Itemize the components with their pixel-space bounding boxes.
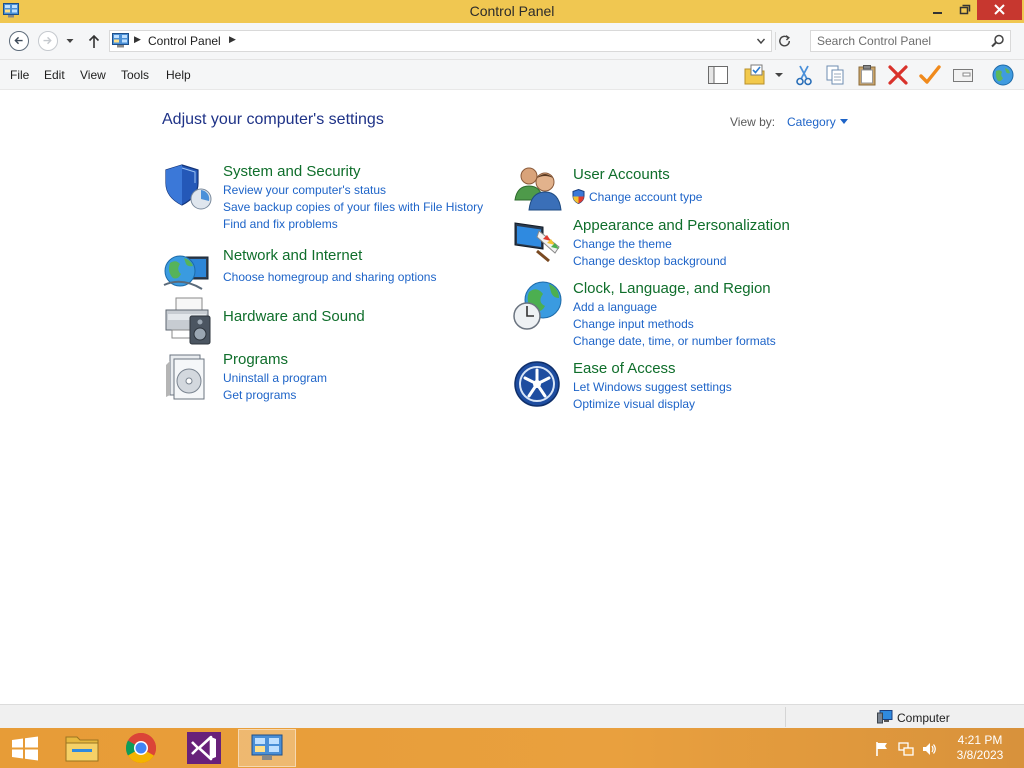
chrome-icon[interactable] xyxy=(112,729,170,767)
link-change-desktop-background[interactable]: Change desktop background xyxy=(573,254,726,268)
minimize-button[interactable] xyxy=(924,0,951,20)
window-title: Control Panel xyxy=(469,3,555,19)
address-dropdown-chevron-icon[interactable] xyxy=(756,34,766,48)
link-get-programs[interactable]: Get programs xyxy=(223,388,296,402)
link-uninstall-program[interactable]: Uninstall a program xyxy=(223,371,327,385)
search-box[interactable] xyxy=(810,30,1011,52)
paste-icon[interactable] xyxy=(855,63,879,87)
forward-button[interactable] xyxy=(38,31,58,51)
globe-icon[interactable] xyxy=(991,63,1015,87)
restore-button[interactable] xyxy=(950,0,977,20)
menu-file[interactable]: File xyxy=(10,68,29,82)
uac-shield-icon xyxy=(572,189,585,204)
visual-studio-icon[interactable] xyxy=(175,729,233,767)
menu-view[interactable]: View xyxy=(80,68,106,82)
action-center-flag-icon[interactable] xyxy=(874,741,890,757)
category-title-ease-of-access[interactable]: Ease of Access xyxy=(573,360,676,377)
category-title-hardware-and-sound[interactable]: Hardware and Sound xyxy=(223,308,365,325)
category-title-network-and-internet[interactable]: Network and Internet xyxy=(223,247,362,264)
breadcrumb-separator-icon[interactable]: ▶ xyxy=(134,34,141,45)
address-toolbar: ▶ Control Panel ▶ xyxy=(0,23,1024,60)
checkmark-icon[interactable] xyxy=(918,63,942,87)
start-button[interactable] xyxy=(0,729,50,767)
properties-icon[interactable] xyxy=(951,63,975,87)
status-location: Computer xyxy=(897,711,950,725)
link-homegroup-sharing[interactable]: Choose homegroup and sharing options xyxy=(223,270,436,284)
copy-icon[interactable] xyxy=(823,63,847,87)
link-change-theme[interactable]: Change the theme xyxy=(573,237,672,251)
search-icon[interactable] xyxy=(991,34,1005,48)
link-change-date-time-formats[interactable]: Change date, time, or number formats xyxy=(573,334,776,348)
breadcrumb-control-panel[interactable]: Control Panel xyxy=(148,34,221,48)
control-panel-content: Adjust your computer's settings View by:… xyxy=(0,91,1024,704)
cut-icon[interactable] xyxy=(792,63,816,87)
breadcrumb-separator-icon[interactable]: ▶ xyxy=(229,34,236,45)
control-panel-icon xyxy=(251,734,283,760)
category-title-system-and-security[interactable]: System and Security xyxy=(223,163,361,180)
menu-bar: File Edit View Tools Help xyxy=(0,60,1024,90)
back-button[interactable] xyxy=(9,31,29,51)
control-panel-taskbar-button[interactable] xyxy=(238,729,296,767)
layout-icon[interactable] xyxy=(706,63,730,87)
link-suggest-settings[interactable]: Let Windows suggest settings xyxy=(573,380,732,394)
printer-icon[interactable] xyxy=(162,296,212,346)
link-file-history[interactable]: Save backup copies of your files with Fi… xyxy=(223,200,483,214)
link-review-status[interactable]: Review your computer's status xyxy=(223,183,386,197)
refresh-icon[interactable] xyxy=(775,32,795,50)
page-title: Adjust your computer's settings xyxy=(162,111,384,128)
status-bar: Computer xyxy=(0,704,1024,728)
menu-edit[interactable]: Edit xyxy=(44,68,65,82)
ease-of-access-icon[interactable] xyxy=(513,360,563,410)
users-icon[interactable] xyxy=(513,164,563,214)
volume-icon[interactable] xyxy=(921,741,937,757)
monitor-paint-icon[interactable] xyxy=(513,217,563,267)
link-find-fix-problems[interactable]: Find and fix problems xyxy=(223,217,338,231)
clock-date: 3/8/2023 xyxy=(956,748,1004,762)
menu-tools[interactable]: Tools xyxy=(121,68,149,82)
folder-options-dropdown-icon[interactable] xyxy=(772,63,786,87)
up-arrow-button[interactable] xyxy=(87,33,101,49)
category-title-clock-language-region[interactable]: Clock, Language, and Region xyxy=(573,280,771,297)
network-globe-icon[interactable] xyxy=(162,247,212,297)
delete-icon[interactable] xyxy=(886,63,910,87)
control-panel-icon xyxy=(112,33,129,48)
menu-help[interactable]: Help xyxy=(166,68,191,82)
link-change-account-type[interactable]: Change account type xyxy=(589,190,702,204)
network-icon[interactable] xyxy=(898,741,914,757)
recent-locations-chevron-icon[interactable] xyxy=(65,36,75,46)
computer-icon xyxy=(877,710,893,724)
taskbar-clock[interactable]: 4:21 PM 3/8/2023 xyxy=(945,733,1015,763)
status-divider xyxy=(785,707,786,727)
clock-time: 4:21 PM xyxy=(957,733,1003,747)
shield-icon[interactable] xyxy=(162,163,212,213)
clock-globe-icon[interactable] xyxy=(513,280,563,330)
view-by-dropdown[interactable]: Category xyxy=(787,115,836,129)
title-bar: Control Panel xyxy=(0,0,1024,23)
link-optimize-visual-display[interactable]: Optimize visual display xyxy=(573,397,695,411)
close-button[interactable] xyxy=(977,0,1022,20)
link-change-input-methods[interactable]: Change input methods xyxy=(573,317,694,331)
address-row: ▶ Control Panel ▶ xyxy=(0,23,1024,60)
address-bar[interactable]: ▶ Control Panel ▶ xyxy=(109,30,772,52)
view-by-chevron-down-icon[interactable] xyxy=(840,119,848,124)
category-title-appearance-and-personalization[interactable]: Appearance and Personalization xyxy=(573,217,790,234)
programs-icon[interactable] xyxy=(162,351,212,401)
folder-options-icon[interactable] xyxy=(743,63,767,87)
view-by-label: View by: xyxy=(730,115,776,129)
search-input[interactable] xyxy=(817,33,987,49)
taskbar: 4:21 PM 3/8/2023 xyxy=(0,728,1024,768)
link-add-language[interactable]: Add a language xyxy=(573,300,657,314)
category-title-user-accounts[interactable]: User Accounts xyxy=(573,166,670,183)
file-explorer-icon[interactable] xyxy=(53,729,111,767)
category-title-programs[interactable]: Programs xyxy=(223,351,288,368)
